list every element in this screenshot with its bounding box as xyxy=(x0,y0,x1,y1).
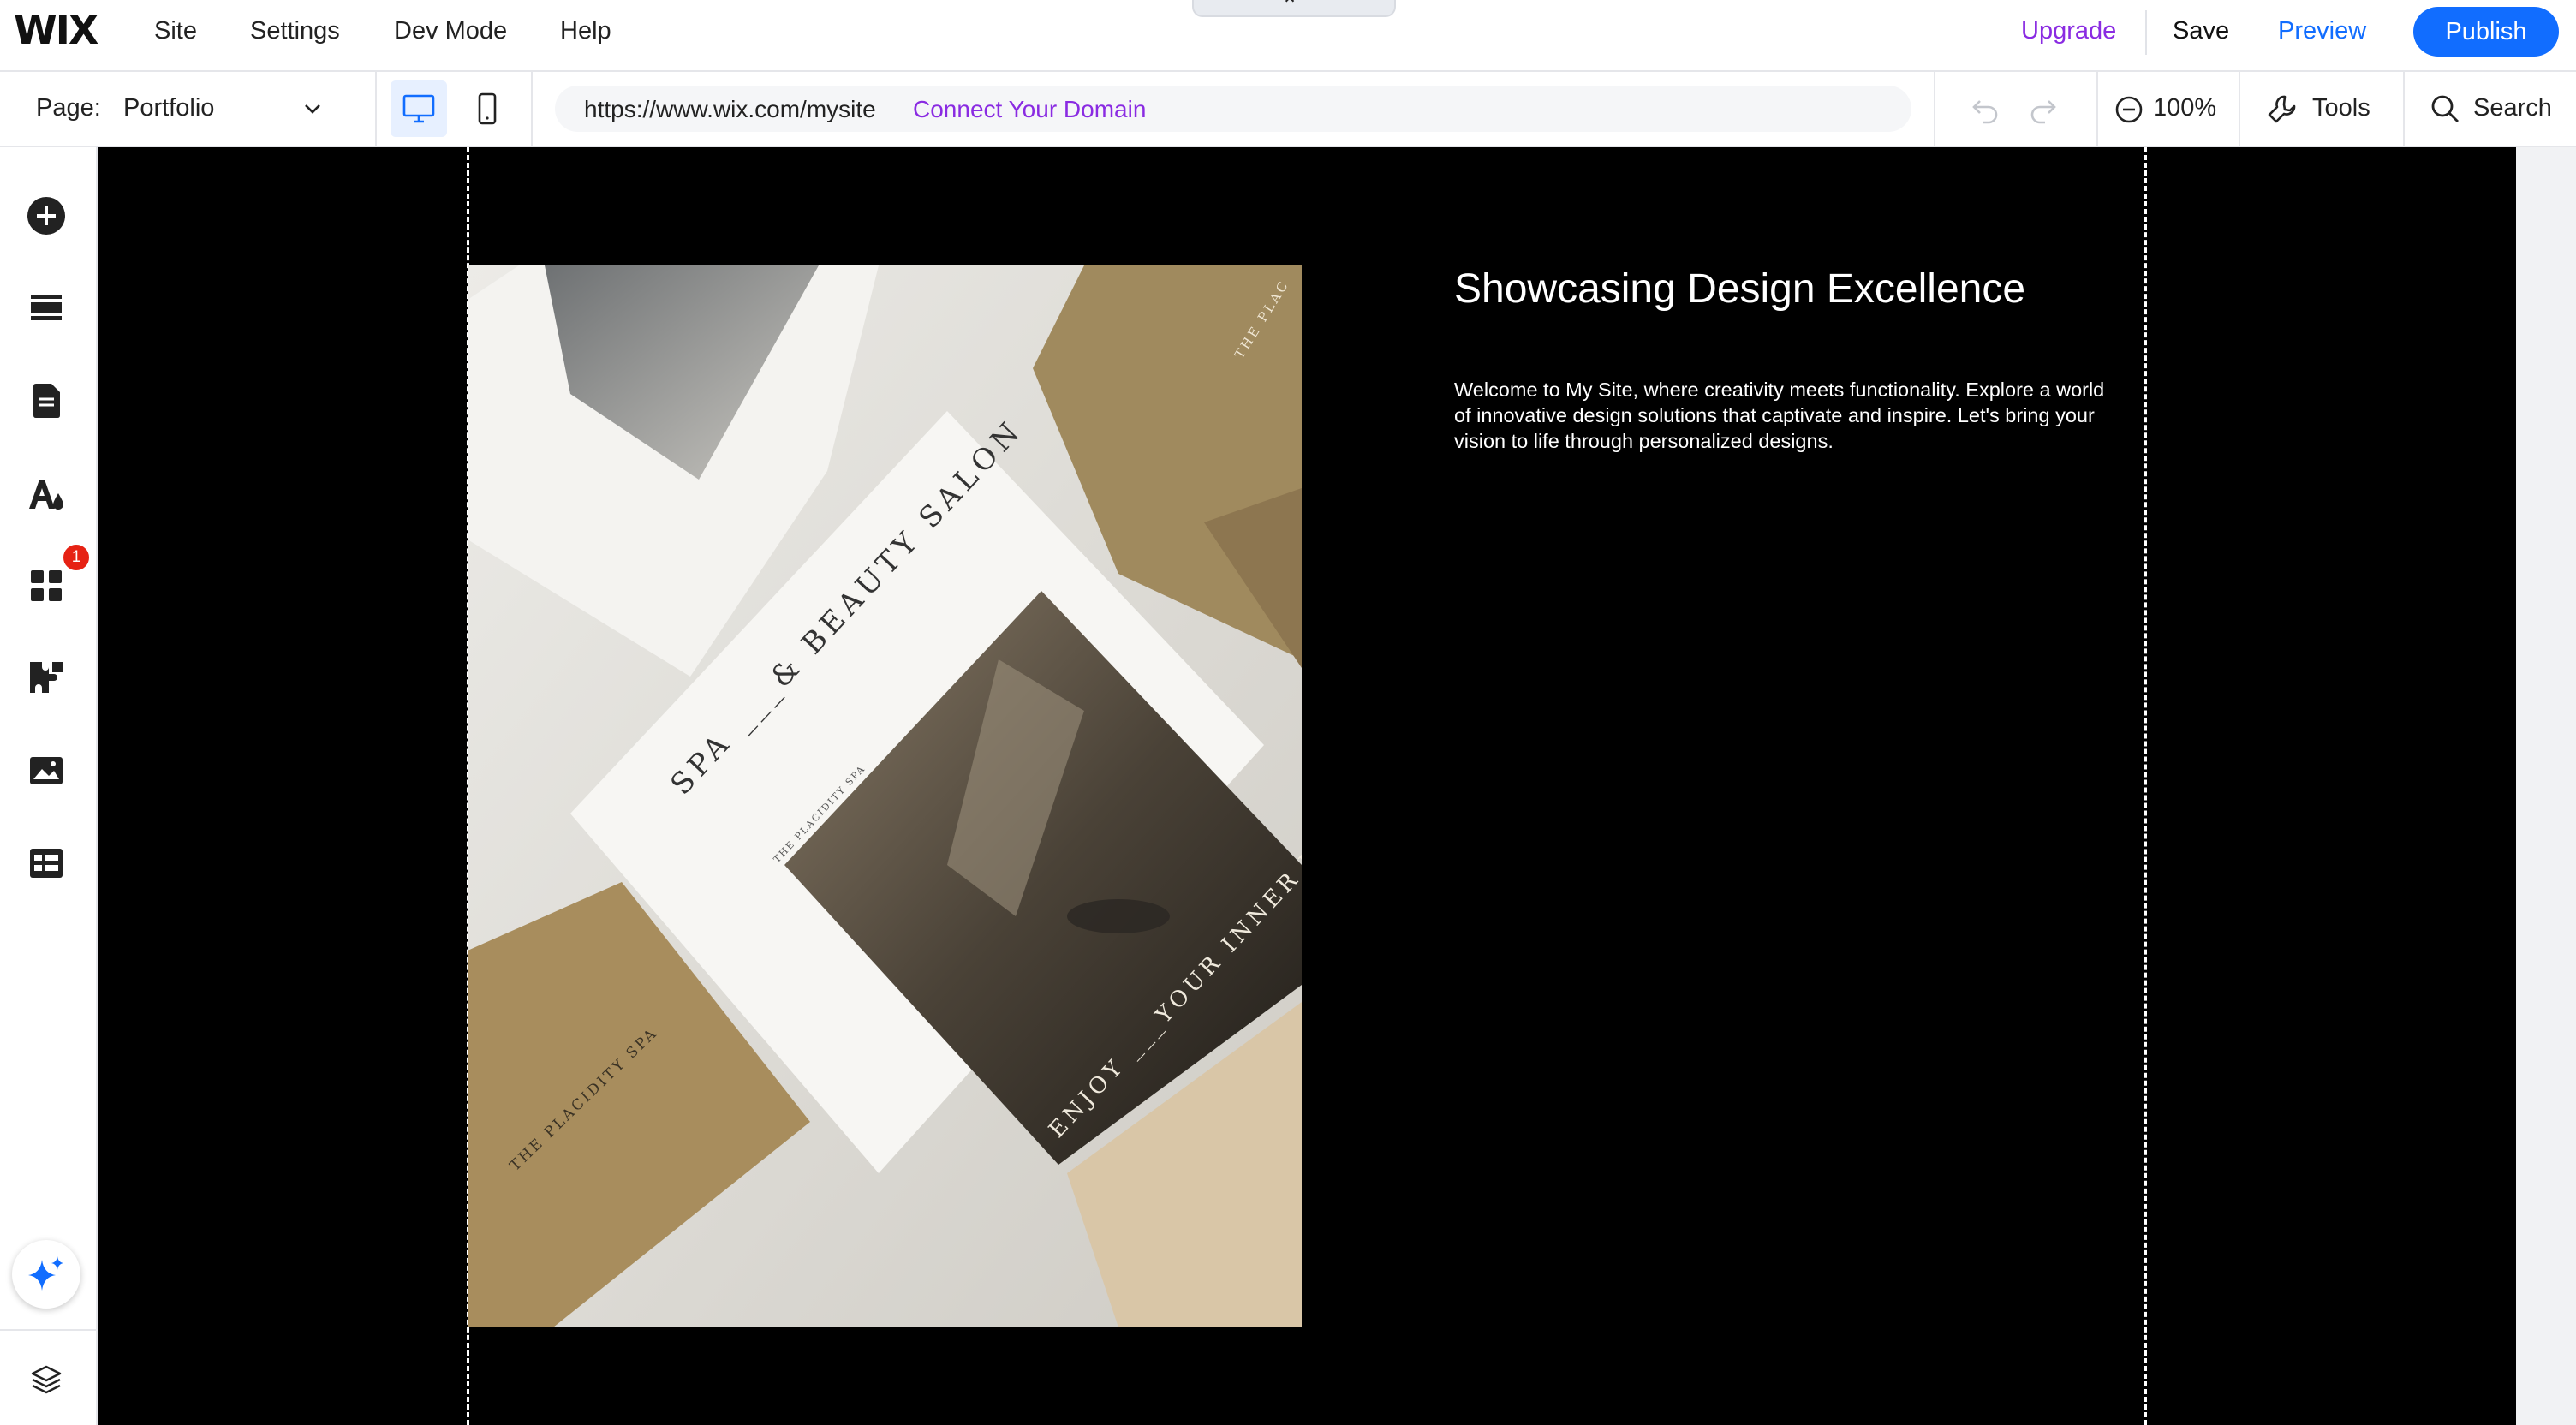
divider xyxy=(0,1329,96,1331)
layers-button[interactable] xyxy=(21,1355,72,1406)
preview-button[interactable]: Preview xyxy=(2278,17,2366,45)
layers-icon xyxy=(31,1365,62,1394)
undo-icon[interactable] xyxy=(1970,94,2001,129)
canvas-gutter xyxy=(2516,147,2576,1425)
zoom-level[interactable]: 100% xyxy=(2153,94,2216,122)
upgrade-button[interactable]: Upgrade xyxy=(2021,17,2116,45)
search-button[interactable]: Search xyxy=(2473,94,2552,122)
editor-toolbar: Page: Portfolio https://www.wix.com/mysi… xyxy=(0,72,2576,147)
desktop-icon xyxy=(402,94,435,123)
divider xyxy=(1934,72,1935,146)
plugins-button[interactable] xyxy=(21,653,72,704)
top-bar: WIX Site Settings Dev Mode Help ⌃ Upgrad… xyxy=(0,0,2576,72)
divider xyxy=(2096,72,2098,146)
divider xyxy=(531,72,533,146)
chevron-up-icon[interactable]: ⌃ xyxy=(1281,0,1298,18)
right-guide-line xyxy=(2144,147,2147,1425)
zoom-out-icon[interactable] xyxy=(2114,94,2144,129)
media-icon xyxy=(30,757,63,784)
pages-button[interactable] xyxy=(21,375,72,426)
chevron-down-icon[interactable] xyxy=(300,96,325,126)
hero-image[interactable]: SPA ___& BEAUTY SALON THE PLACIDITY SPA … xyxy=(468,265,1302,1327)
media-button[interactable] xyxy=(21,745,72,796)
divider xyxy=(375,72,377,146)
menu-site[interactable]: Site xyxy=(154,17,197,45)
connect-domain-link[interactable]: Connect Your Domain xyxy=(913,96,1146,123)
menu-settings[interactable]: Settings xyxy=(250,17,340,45)
page-label: Page: xyxy=(36,94,101,122)
sparkle-icon xyxy=(28,1256,63,1291)
divider xyxy=(2145,10,2147,55)
mobile-icon xyxy=(478,92,497,125)
cms-button[interactable] xyxy=(21,838,72,889)
apps-icon xyxy=(31,570,62,601)
wrench-icon[interactable] xyxy=(2266,92,2299,129)
cms-icon xyxy=(30,849,63,878)
search-icon[interactable] xyxy=(2429,92,2461,129)
left-sidebar: 1 xyxy=(0,147,98,1425)
desktop-view-button[interactable] xyxy=(391,80,447,137)
theme-icon xyxy=(29,480,63,510)
site-canvas[interactable] xyxy=(98,147,2516,1425)
mobile-view-button[interactable] xyxy=(459,80,516,137)
page-selector[interactable]: Portfolio xyxy=(123,94,214,122)
spa-brochure-photo: SPA ___& BEAUTY SALON THE PLACIDITY SPA … xyxy=(468,265,1302,1327)
divider xyxy=(2403,72,2405,146)
save-button[interactable]: Save xyxy=(2173,17,2229,45)
tools-button[interactable]: Tools xyxy=(2312,94,2370,122)
pages-icon xyxy=(33,384,60,418)
wix-logo[interactable]: WIX xyxy=(14,7,98,53)
apps-button[interactable] xyxy=(21,560,72,611)
ai-assistant-button[interactable] xyxy=(12,1240,80,1309)
menu-help[interactable]: Help xyxy=(560,17,611,45)
plugins-icon xyxy=(30,662,63,693)
intro-paragraph[interactable]: Welcome to My Site, where creativity mee… xyxy=(1454,377,2122,454)
design-button[interactable] xyxy=(21,468,72,519)
sections-button[interactable] xyxy=(21,283,72,334)
menu-dev-mode[interactable]: Dev Mode xyxy=(394,17,507,45)
notification-badge: 1 xyxy=(62,543,91,572)
publish-button[interactable]: Publish xyxy=(2413,7,2559,57)
add-icon xyxy=(27,197,65,235)
sections-icon xyxy=(31,295,62,320)
page-heading[interactable]: Showcasing Design Excellence xyxy=(1454,265,2025,313)
site-url: https://www.wix.com/mysite xyxy=(584,96,876,122)
divider xyxy=(2239,72,2240,146)
add-elements-button[interactable] xyxy=(21,190,72,241)
url-bar: https://www.wix.com/mysite Connect Your … xyxy=(555,86,1911,132)
redo-icon[interactable] xyxy=(2028,94,2059,129)
